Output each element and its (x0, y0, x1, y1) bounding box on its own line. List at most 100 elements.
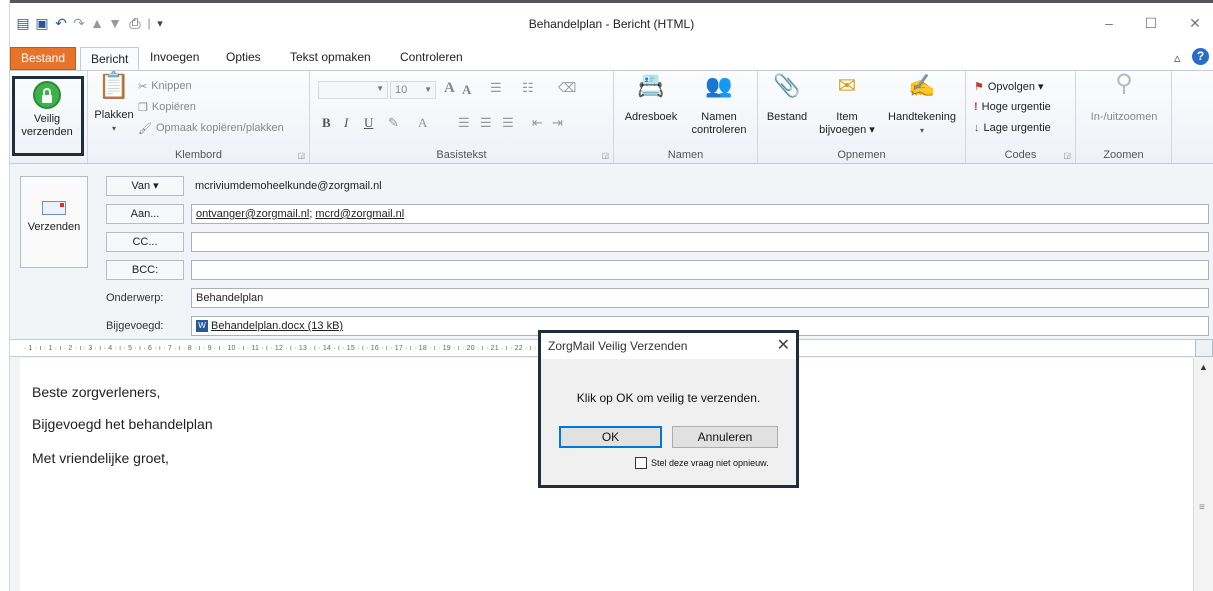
tab-bericht[interactable]: Bericht (80, 47, 140, 72)
highlight-icon[interactable]: ✎ (388, 115, 399, 131)
increase-indent-icon[interactable]: ⇥ (552, 115, 563, 131)
collapse-ribbon-icon[interactable]: ▵ (1174, 50, 1181, 66)
clipboard-launcher-icon[interactable]: ◲ (297, 151, 305, 160)
bcc-field[interactable] (191, 260, 1209, 280)
grow-font-icon[interactable]: A (444, 80, 455, 97)
zoom-group-label: Zoomen (1103, 149, 1144, 161)
font-color-icon[interactable]: A (418, 115, 427, 131)
tab-tekst-opmaken[interactable]: Tekst opmaken (280, 47, 381, 70)
to-recipient-1[interactable]: ontvanger@zorgmail.nl (196, 208, 309, 220)
bold-button[interactable]: B (322, 115, 331, 131)
names-group: 📇 Adresboek 👥 Namen controleren Namen (614, 71, 758, 163)
check-names-label-1: Namen (701, 111, 737, 123)
tab-opties[interactable]: Opties (216, 47, 271, 70)
format-painter-button[interactable]: 🖌 Opmaak kopiëren/plakken (138, 119, 284, 137)
cc-field[interactable] (191, 232, 1209, 252)
paste-label: Plakken (94, 109, 134, 121)
to-button[interactable]: Aan... (106, 204, 184, 224)
bcc-button[interactable]: BCC: (106, 260, 184, 280)
dialog-cancel-button[interactable]: Annuleren (672, 426, 778, 448)
vertical-scrollbar[interactable]: ▲ ≡ (1193, 358, 1213, 591)
dialog-ok-button[interactable]: OK (559, 426, 662, 448)
ruler-toggle-icon[interactable] (1195, 339, 1213, 357)
low-importance-label: Lage urgentie (983, 122, 1051, 134)
cc-button[interactable]: CC... (106, 232, 184, 252)
from-value: mcriviumdemoheelkunde@zorgmail.nl (195, 180, 382, 192)
clipboard-group: 📋 Plakken ▾ ✂ Knippen ❐ Kopiëren 🖌 Opmaa… (88, 71, 310, 163)
basic-text-group-label: Basistekst (436, 149, 487, 161)
help-icon[interactable]: ? (1192, 48, 1209, 65)
to-recipient-2[interactable]: mcrd@zorgmail.nl (315, 208, 404, 220)
envelope-icon: ✉ (837, 73, 857, 98)
clear-format-icon[interactable]: ⌫ (558, 80, 576, 96)
cut-label: Knippen (151, 80, 192, 92)
attach-file-button[interactable]: 📎 Bestand (762, 75, 812, 124)
high-importance-button[interactable]: ! Hoge urgentie (974, 98, 1051, 116)
signature-dropdown[interactable]: ▾ (884, 124, 960, 137)
dont-ask-again-checkbox[interactable] (635, 457, 647, 469)
zoom-button[interactable]: ⚲ In-/uitzoomen (1082, 72, 1166, 124)
check-names-label-2: controleren (691, 124, 747, 136)
minimize-button[interactable]: – (1094, 11, 1124, 35)
follow-up-button[interactable]: ⚑ Opvolgen ▾ (974, 77, 1044, 95)
signature-button[interactable]: ✍ Handtekening ▾ (884, 75, 960, 137)
font-size-combo[interactable]: 10 ▼ (390, 81, 436, 99)
tab-invoegen[interactable]: Invoegen (140, 47, 209, 70)
tags-launcher-icon[interactable]: ◲ (1063, 151, 1071, 160)
bullets-icon[interactable]: ☰ (490, 80, 502, 96)
exclamation-icon: ! (974, 101, 978, 113)
attachment-link[interactable]: Behandelplan.docx (13 kB) (211, 320, 343, 332)
tab-controleren[interactable]: Controleren (390, 47, 473, 70)
basic-text-launcher-icon[interactable]: ◲ (601, 151, 609, 160)
tab-bestand[interactable]: Bestand (10, 47, 77, 70)
copy-button[interactable]: ❐ Kopiëren (138, 98, 196, 116)
font-size-dropdown-icon: ▼ (424, 85, 432, 94)
close-button[interactable]: ✕ (1180, 11, 1210, 35)
basic-text-group: ▼ 10 ▼ A A ☰ ☷ ⌫ B I U ✎ A ☰ ☰ ☰ ⇤ ⇥ Bas… (310, 71, 614, 163)
shrink-font-icon[interactable]: A (462, 82, 471, 98)
font-family-combo[interactable]: ▼ (318, 81, 388, 99)
underline-button[interactable]: U (364, 115, 373, 131)
attach-item-button[interactable]: ✉ Item bijvoegen ▾ (814, 75, 880, 137)
decrease-indent-icon[interactable]: ⇤ (532, 115, 543, 131)
subject-label: Onderwerp: (106, 292, 164, 304)
high-importance-label: Hoge urgentie (981, 101, 1051, 113)
align-center-icon[interactable]: ☰ (480, 115, 492, 131)
scroll-thumb-grip-icon[interactable]: ≡ (1199, 502, 1205, 513)
format-painter-label: Opmaak kopiëren/plakken (155, 122, 284, 134)
down-arrow-icon: ↓ (974, 122, 980, 134)
align-right-icon[interactable]: ☰ (502, 115, 514, 131)
ribbon-tabs: Bestand Bericht Invoegen Opties Tekst op… (10, 44, 1213, 72)
maximize-button[interactable]: ☐ (1136, 11, 1166, 35)
ribbon: Veilig verzenden 📋 Plakken ▾ ✂ Knippen ❐… (10, 70, 1213, 164)
dont-ask-again-label: Stel deze vraag niet opnieuw. (651, 458, 769, 468)
paste-dropdown[interactable]: ▾ (94, 122, 134, 135)
send-button[interactable]: Verzenden (20, 176, 88, 268)
address-book-button[interactable]: 📇 Adresboek (620, 75, 682, 124)
attach-file-label: Bestand (766, 111, 808, 123)
align-left-icon[interactable]: ☰ (458, 115, 470, 131)
paste-button[interactable]: 📋 Plakken ▾ (94, 72, 134, 135)
address-book-label: Adresboek (624, 111, 678, 123)
check-names-button[interactable]: 👥 Namen controleren (686, 75, 752, 137)
from-button[interactable]: Van ▾ (106, 176, 184, 196)
low-importance-button[interactable]: ↓ Lage urgentie (974, 119, 1051, 137)
paintbrush-icon: 🖌 (138, 122, 152, 135)
outlook-message-window: ▤ ▣ ↶ ↷ ▲ ▼ ⎙ | ▾ Behandelplan - Bericht… (0, 0, 1213, 591)
paperclip-icon: 📎 (773, 73, 801, 98)
cut-button[interactable]: ✂ Knippen (138, 77, 192, 95)
subject-field[interactable]: Behandelplan (191, 288, 1209, 308)
signature-icon: ✍ (908, 73, 936, 98)
check-names-icon: 👥 (705, 73, 733, 98)
numbering-icon[interactable]: ☷ (522, 80, 534, 96)
window-title: Behandelplan - Bericht (HTML) (528, 17, 695, 31)
address-book-icon: 📇 (637, 73, 665, 98)
dialog-content: ZorgMail Veilig Verzenden ✕ Klik op OK o… (541, 333, 796, 485)
to-field[interactable]: ontvanger@zorgmail.nl; mcrd@zorgmail.nl (191, 204, 1209, 224)
dialog-close-button[interactable]: ✕ (777, 335, 790, 357)
italic-button[interactable]: I (344, 115, 348, 131)
include-group: 📎 Bestand ✉ Item bijvoegen ▾ ✍ Handteken… (758, 71, 966, 163)
magnifier-icon: ⚲ (1115, 70, 1133, 97)
scroll-up-icon[interactable]: ▲ (1199, 362, 1208, 372)
clipboard-group-label: Klembord (174, 149, 223, 161)
